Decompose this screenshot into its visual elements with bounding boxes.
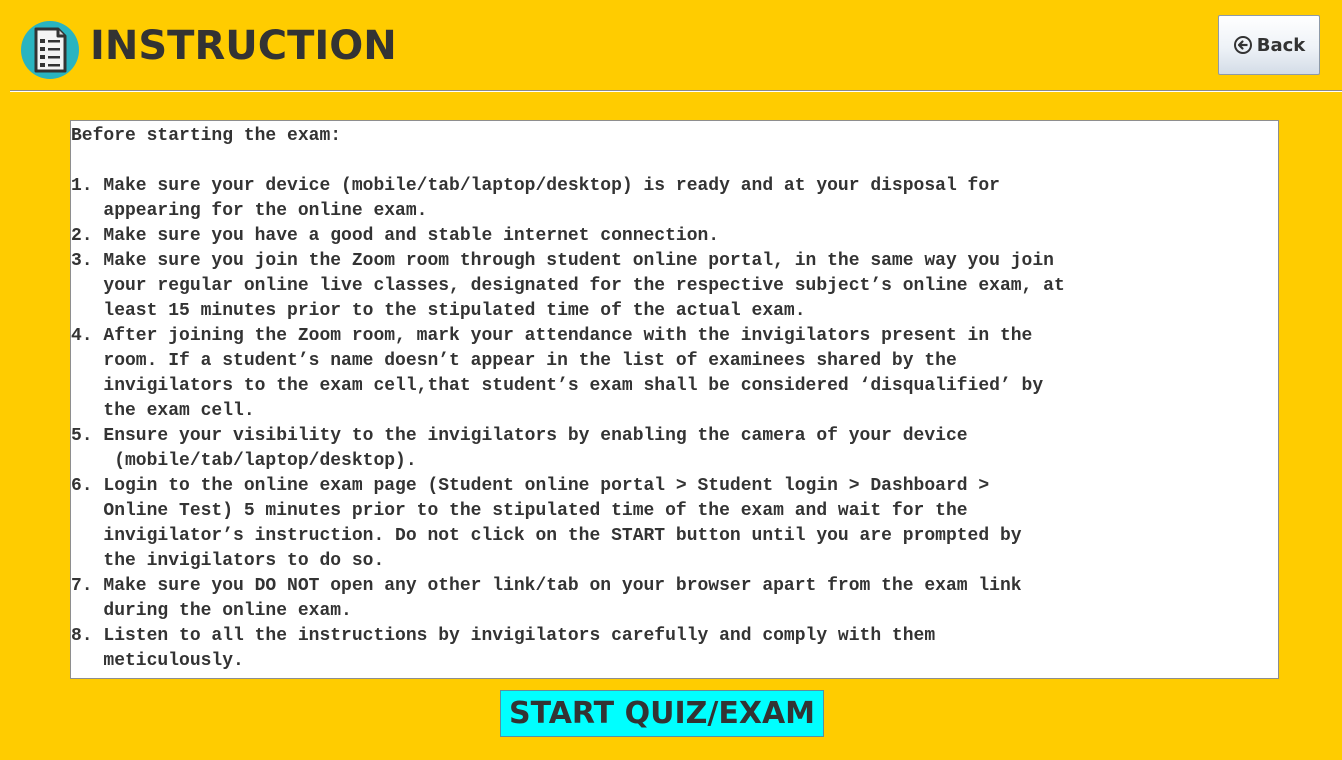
instructions-text-area[interactable]: Before starting the exam: 1. Make sure y…: [70, 120, 1279, 679]
header-divider: [10, 90, 1342, 92]
circle-arrow-left-icon: [1233, 35, 1253, 55]
back-button-label: Back: [1256, 34, 1306, 56]
instructions-text: Before starting the exam: 1. Make sure y…: [71, 126, 1065, 671]
start-quiz-button[interactable]: START QUIZ/EXAM: [500, 690, 824, 737]
document-checklist-icon: [20, 20, 80, 80]
back-button[interactable]: Back: [1218, 15, 1320, 75]
page-title: INSTRUCTION: [90, 23, 397, 69]
